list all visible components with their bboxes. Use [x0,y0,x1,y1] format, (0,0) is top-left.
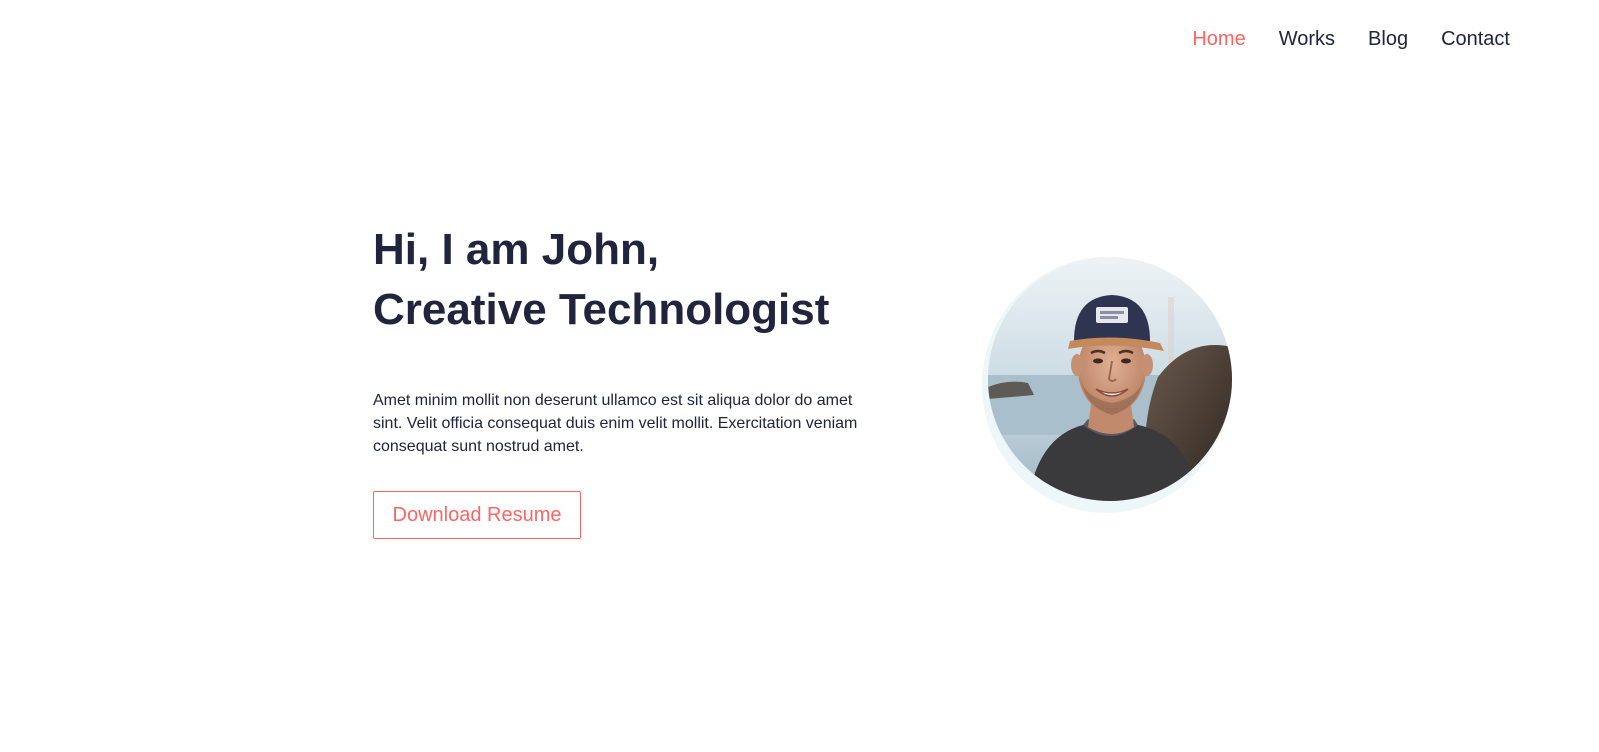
hero-section: Hi, I am John, Creative Technologist Ame… [373,220,893,458]
nav-item-blog[interactable]: Blog [1368,26,1408,52]
hero-description: Amet minim mollit non deserunt ullamco e… [373,392,858,455]
hero-title: Hi, I am John, Creative Technologist [373,220,893,340]
avatar [988,257,1232,501]
hero-title-line-2: Creative Technologist [373,285,830,334]
nav-item-home[interactable]: Home [1192,26,1245,52]
nav-item-contact[interactable]: Contact [1441,26,1510,52]
page: Home Works Blog Contact Hi, I am John, C… [0,0,1599,752]
hero-title-line-1: Hi, I am John, [373,225,660,274]
profile-photo [982,257,1238,513]
nav-item-works[interactable]: Works [1279,26,1335,52]
download-resume-button[interactable]: Download Resume [373,491,581,539]
avatar-portrait-image [988,257,1232,501]
top-nav: Home Works Blog Contact [1192,26,1510,52]
